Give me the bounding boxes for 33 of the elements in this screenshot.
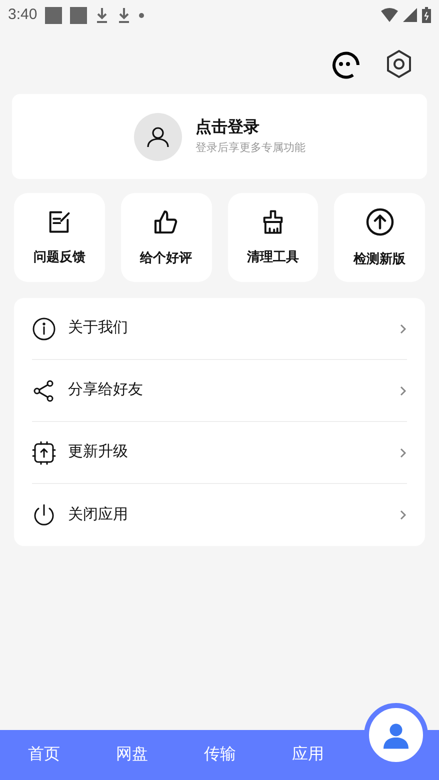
info-icon — [32, 316, 56, 340]
chevron-right-icon — [399, 446, 407, 458]
download-icon — [95, 7, 110, 23]
chevron-right-icon — [399, 322, 407, 334]
menu-item[interactable]: 分享给好友 — [32, 360, 407, 422]
settings-icon[interactable] — [385, 49, 413, 79]
chevron-right-icon — [399, 509, 407, 521]
battery-icon — [422, 7, 431, 23]
nav-tab[interactable]: 应用 — [264, 743, 352, 767]
notification-icon — [45, 6, 62, 24]
quick-action-card[interactable]: 清理工具 — [228, 193, 318, 282]
quick-action-card[interactable]: 给个好评 — [120, 193, 212, 282]
notification-icon — [70, 6, 88, 24]
quick-action-card[interactable]: 检测新版 — [334, 193, 425, 282]
signal-icon — [403, 8, 417, 22]
chevron-right-icon — [399, 384, 407, 396]
menu-item[interactable]: 更新升级 — [32, 422, 407, 484]
wifi-icon — [381, 8, 398, 22]
menu-item[interactable]: 关于我们 — [32, 298, 407, 360]
upload-circle-icon — [364, 206, 395, 237]
nav-tab[interactable]: 网盘 — [88, 743, 176, 767]
share-icon — [32, 378, 56, 402]
update-chip-icon — [32, 440, 56, 464]
menu-item[interactable]: 关闭应用 — [32, 484, 407, 546]
quick-action-card[interactable]: 问题反馈 — [14, 193, 105, 282]
power-icon — [32, 503, 56, 527]
nav-tab[interactable]: 首页 — [0, 743, 88, 767]
login-card[interactable]: 点击登录 登录后享更多专属功能 — [12, 94, 427, 179]
nav-tab[interactable]: 传输 — [176, 743, 264, 767]
login-subtitle: 登录后享更多专属功能 — [196, 140, 306, 156]
status-time: 3:40 — [8, 4, 38, 25]
download-icon — [117, 7, 132, 23]
login-title: 点击登录 — [196, 118, 260, 138]
